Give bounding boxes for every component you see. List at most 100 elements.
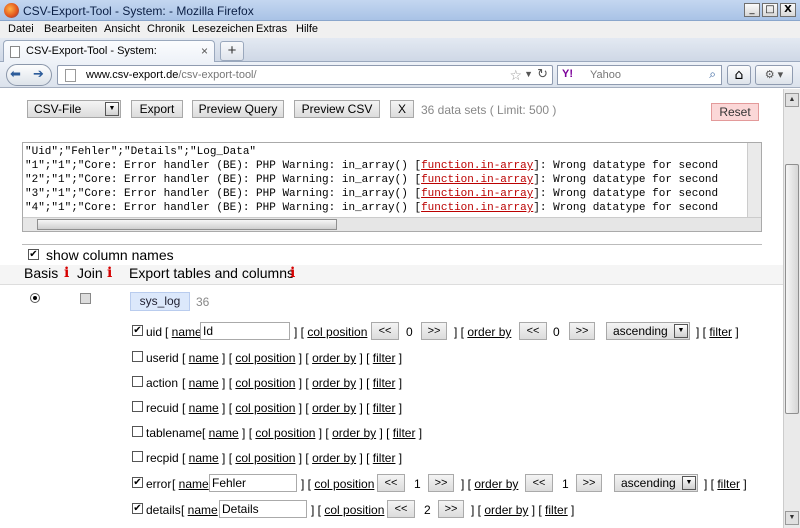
name-link[interactable]: name xyxy=(188,503,218,517)
name-link[interactable]: name xyxy=(189,351,219,365)
chevron-down-icon[interactable]: ▼ xyxy=(524,69,533,79)
scroll-down-arrow-icon[interactable]: ▼ xyxy=(785,511,799,525)
column-checkbox[interactable] xyxy=(132,426,143,437)
order-prev-button[interactable]: << xyxy=(525,474,553,492)
column-checkbox[interactable]: ✔ xyxy=(132,503,143,514)
col-position-link[interactable]: col position xyxy=(324,503,384,517)
scrollbar-thumb[interactable] xyxy=(785,164,799,414)
tab-csv-export[interactable]: CSV-Export-Tool - System: × xyxy=(3,40,215,62)
menu-chronik[interactable]: Chronik xyxy=(147,23,185,35)
join-checkbox[interactable] xyxy=(80,293,91,304)
order-next-button[interactable]: >> xyxy=(569,322,595,340)
position-prev-button[interactable]: << xyxy=(387,500,415,518)
order-direction-select[interactable]: ascending ▼ xyxy=(606,322,690,340)
yahoo-icon[interactable]: Y! xyxy=(562,68,573,80)
csv-preview[interactable]: "Uid";"Fehler";"Details";"Log_Data" "1";… xyxy=(22,142,762,232)
position-next-button[interactable]: >> xyxy=(438,500,464,518)
addon-button[interactable]: ⚙ ▾ xyxy=(755,65,793,85)
new-tab-button[interactable]: + xyxy=(220,41,244,61)
col-position-link[interactable]: col position xyxy=(235,401,295,415)
function-link[interactable]: function.in-array xyxy=(421,202,533,214)
position-prev-button[interactable]: << xyxy=(377,474,405,492)
back-arrow-icon[interactable]: ⬅ xyxy=(10,67,21,82)
magnifier-icon[interactable]: ⌕ xyxy=(709,67,716,82)
basis-radio[interactable] xyxy=(30,293,40,303)
col-position-link[interactable]: col position xyxy=(235,376,295,390)
order-by-link[interactable]: order by xyxy=(312,401,356,415)
menu-ansicht[interactable]: Ansicht xyxy=(104,23,140,35)
tab-close-icon[interactable]: × xyxy=(201,44,208,58)
search-box[interactable]: Y! Yahoo ⌕ xyxy=(557,65,722,85)
col-position-link[interactable]: col position xyxy=(255,426,315,440)
scroll-up-arrow-icon[interactable]: ▲ xyxy=(785,93,799,107)
name-link[interactable]: name xyxy=(189,401,219,415)
name-link[interactable]: name xyxy=(172,325,202,339)
order-direction-select[interactable]: ascending ▼ xyxy=(614,474,698,492)
menu-datei[interactable]: Datei xyxy=(8,23,34,35)
filter-link[interactable]: filter xyxy=(717,477,740,491)
minimize-button[interactable]: _ xyxy=(744,3,760,17)
function-link[interactable]: function.in-array xyxy=(421,174,533,186)
col-position-link[interactable]: col position xyxy=(235,451,295,465)
reload-icon[interactable]: ↻ xyxy=(537,67,548,82)
filter-link[interactable]: filter xyxy=(545,503,568,517)
filter-link[interactable]: filter xyxy=(373,401,396,415)
home-button[interactable]: ⌂ xyxy=(727,65,751,85)
menu-extras[interactable]: Extras xyxy=(256,23,287,35)
position-next-button[interactable]: >> xyxy=(421,322,447,340)
col-position-link[interactable]: col position xyxy=(235,351,295,365)
name-link[interactable]: name xyxy=(209,426,239,440)
order-by-link[interactable]: order by xyxy=(312,451,356,465)
url-bar[interactable]: www.csv-export.de/csv-export-tool/ ☆ ▼ ↻ xyxy=(57,65,553,85)
order-prev-button[interactable]: << xyxy=(519,322,547,340)
filter-link[interactable]: filter xyxy=(709,325,732,339)
close-window-button[interactable]: X xyxy=(780,3,796,17)
order-by-link[interactable]: order by xyxy=(467,325,511,339)
csv-horizontal-scrollbar[interactable] xyxy=(23,217,761,231)
close-preview-button[interactable]: X xyxy=(390,100,414,118)
order-by-link[interactable]: order by xyxy=(312,351,356,365)
maximize-button[interactable]: □ xyxy=(762,3,778,17)
column-checkbox[interactable] xyxy=(132,401,143,412)
export-button[interactable]: Export xyxy=(131,100,183,118)
name-link[interactable]: name xyxy=(189,376,219,390)
column-checkbox[interactable] xyxy=(132,376,143,387)
filter-link[interactable]: filter xyxy=(393,426,416,440)
export-info-icon[interactable]: i xyxy=(290,265,295,281)
alias-input[interactable]: Fehler xyxy=(209,474,297,492)
menu-lesezeichen[interactable]: Lesezeichen xyxy=(192,23,254,35)
column-checkbox[interactable]: ✔ xyxy=(132,325,143,336)
col-position-link[interactable]: col position xyxy=(314,477,374,491)
scrollbar-thumb[interactable] xyxy=(37,219,337,230)
order-by-link[interactable]: order by xyxy=(312,376,356,390)
filter-link[interactable]: filter xyxy=(373,451,396,465)
filter-link[interactable]: filter xyxy=(373,351,396,365)
filter-link[interactable]: filter xyxy=(373,376,396,390)
col-position-link[interactable]: col position xyxy=(307,325,367,339)
order-next-button[interactable]: >> xyxy=(576,474,602,492)
basis-info-icon[interactable]: i xyxy=(64,265,69,281)
alias-input[interactable]: Details xyxy=(219,500,307,518)
function-link[interactable]: function.in-array xyxy=(421,160,533,172)
csv-vertical-scrollbar[interactable] xyxy=(747,143,761,217)
order-by-link[interactable]: order by xyxy=(332,426,376,440)
forward-arrow-icon[interactable]: ➔ xyxy=(33,67,44,82)
position-prev-button[interactable]: << xyxy=(371,322,399,340)
table-name-badge[interactable]: sys_log xyxy=(130,292,190,311)
page-vertical-scrollbar[interactable]: ▲ ▼ xyxy=(783,89,800,528)
preview-csv-button[interactable]: Preview CSV xyxy=(294,100,380,118)
function-link[interactable]: function.in-array xyxy=(421,188,533,200)
preview-query-button[interactable]: Preview Query xyxy=(192,100,284,118)
join-info-icon[interactable]: i xyxy=(107,265,112,281)
order-by-link[interactable]: order by xyxy=(474,477,518,491)
menu-hilfe[interactable]: Hilfe xyxy=(296,23,318,35)
column-checkbox[interactable] xyxy=(132,351,143,362)
menu-bearbeiten[interactable]: Bearbeiten xyxy=(44,23,97,35)
column-checkbox[interactable] xyxy=(132,451,143,462)
alias-input[interactable]: Id xyxy=(200,322,290,340)
name-link[interactable]: name xyxy=(189,451,219,465)
reset-button[interactable]: Reset xyxy=(711,103,759,121)
show-column-names-checkbox[interactable]: ✔ xyxy=(28,249,39,260)
format-select[interactable]: CSV-File ▼ xyxy=(27,100,121,118)
column-checkbox[interactable]: ✔ xyxy=(132,477,143,488)
